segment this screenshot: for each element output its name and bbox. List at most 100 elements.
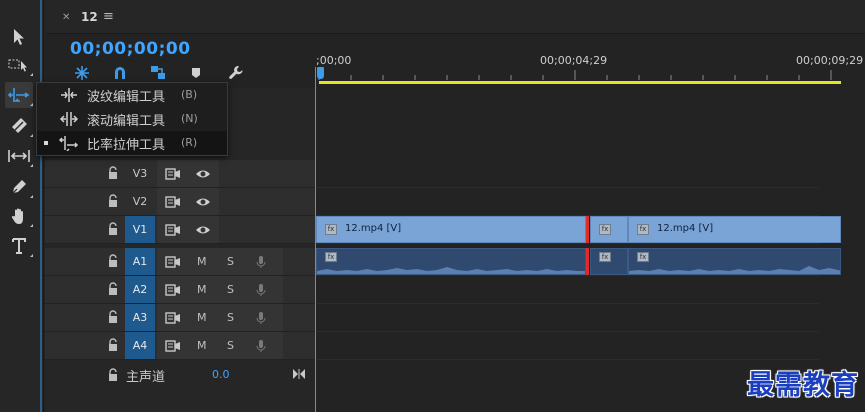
mute-button[interactable]: M: [197, 311, 207, 324]
mute-button[interactable]: M: [197, 339, 207, 352]
ruler-label-end: 00;00;09;29: [796, 54, 864, 67]
clip-name: 12.mp4 [V]: [657, 223, 714, 234]
flyout-label: 滚动编辑工具: [87, 114, 166, 129]
audio-clip-left[interactable]: fx: [316, 248, 586, 275]
wrench-icon: [229, 66, 243, 79]
eye-icon[interactable]: [195, 195, 211, 209]
lane-a1[interactable]: fx fx fx: [315, 248, 841, 276]
track-select-icon: [8, 59, 27, 72]
edit-point-marker[interactable]: [586, 216, 589, 243]
sequence-tab-title[interactable]: 12: [81, 10, 98, 24]
type-tool-button[interactable]: [5, 233, 33, 259]
track-controls-v3: [157, 160, 219, 187]
track-target-v2[interactable]: V2: [125, 188, 155, 215]
work-area-bar[interactable]: [319, 81, 841, 84]
playhead-line[interactable]: [315, 67, 316, 412]
flyout-item-rolling-edit[interactable]: 滚动编辑工具 (N): [37, 107, 227, 131]
flyout-shortcut: (N): [181, 112, 198, 125]
track-target-a3[interactable]: A3: [125, 304, 155, 331]
timeline-settings-button[interactable]: [225, 62, 247, 84]
master-volume-value[interactable]: 0.0: [212, 368, 230, 381]
lock-icon[interactable]: [107, 222, 119, 236]
solo-button[interactable]: S: [227, 311, 234, 324]
clip-name: 12.mp4 [V]: [345, 223, 402, 234]
microphone-icon[interactable]: [253, 311, 269, 325]
track-header-a1: A1 M S: [45, 248, 315, 276]
microphone-icon[interactable]: [253, 339, 269, 353]
track-target-a2[interactable]: A2: [125, 276, 155, 303]
track-target-a4[interactable]: A4: [125, 332, 155, 359]
sync-lock-icon[interactable]: [165, 195, 181, 209]
mute-button[interactable]: M: [197, 255, 207, 268]
microphone-icon[interactable]: [253, 255, 269, 269]
sync-lock-icon[interactable]: [165, 283, 181, 297]
fx-badge: fx: [325, 252, 337, 262]
lane-v3[interactable]: [315, 160, 820, 188]
more-tools-indicator: [30, 134, 33, 137]
razor-tool-button[interactable]: [5, 113, 33, 139]
more-tools-indicator: [30, 103, 33, 106]
audio-clip-right[interactable]: fx: [628, 248, 841, 275]
lock-icon[interactable]: [107, 254, 119, 268]
lock-icon[interactable]: [107, 166, 119, 180]
sync-lock-icon[interactable]: [165, 339, 181, 353]
pen-tool-button[interactable]: [5, 174, 33, 200]
sync-lock-icon[interactable]: [165, 255, 181, 269]
track-header-a3: A3 M S: [45, 304, 315, 332]
nest-sequence-toggle[interactable]: [71, 62, 93, 84]
track-target-a1[interactable]: A1: [125, 248, 155, 275]
playhead-handle[interactable]: [317, 67, 324, 79]
slip-tool-button[interactable]: [5, 143, 33, 169]
master-track-header: 主声道 0.0: [45, 360, 315, 388]
sync-lock-icon[interactable]: [165, 311, 181, 325]
slip-icon: [8, 150, 30, 162]
video-clip-middle[interactable]: fx: [590, 216, 628, 243]
sync-lock-icon[interactable]: [165, 223, 181, 237]
track-target-v3[interactable]: V3: [125, 160, 155, 187]
add-marker-button[interactable]: [185, 62, 207, 84]
lock-icon[interactable]: [107, 282, 119, 296]
more-tools-indicator: [30, 73, 33, 76]
edit-tools-flyout: 波纹编辑工具 (B) 滚动编辑工具 (N) 比率拉伸工具 (R): [36, 82, 228, 156]
lane-a2[interactable]: [315, 276, 820, 304]
ripple-edit-tool-button[interactable]: [5, 82, 33, 108]
selection-tool-button[interactable]: [5, 24, 33, 50]
flyout-item-ripple-edit[interactable]: 波纹编辑工具 (B): [37, 83, 227, 107]
lock-icon[interactable]: [107, 338, 119, 352]
lane-a3[interactable]: [315, 304, 820, 332]
close-tab-icon[interactable]: ✕: [62, 12, 70, 23]
track-controls-a4: M S: [157, 332, 283, 359]
microphone-icon[interactable]: [253, 283, 269, 297]
lane-v2[interactable]: [315, 188, 820, 216]
solo-button[interactable]: S: [227, 283, 234, 296]
linked-selection-toggle[interactable]: [147, 62, 169, 84]
lock-icon[interactable]: [107, 310, 119, 324]
audio-clip-middle[interactable]: fx: [590, 248, 628, 275]
edit-point-marker[interactable]: [586, 248, 589, 275]
track-select-tool-button[interactable]: [5, 52, 33, 78]
solo-button[interactable]: S: [227, 255, 234, 268]
track-header-v3: V3: [45, 160, 315, 188]
solo-button[interactable]: S: [227, 339, 234, 352]
go-to-out-point-icon[interactable]: [292, 368, 306, 380]
lane-a4[interactable]: [315, 332, 820, 360]
eye-icon[interactable]: [195, 223, 211, 237]
razor-icon: [12, 118, 27, 133]
lock-icon[interactable]: [107, 194, 119, 208]
time-ruler[interactable]: ;00;00 00;00;04;29 00;00;09;29: [315, 54, 865, 84]
flyout-label: 比率拉伸工具: [87, 138, 166, 153]
flyout-item-rate-stretch[interactable]: 比率拉伸工具 (R): [37, 131, 227, 155]
lock-icon[interactable]: [107, 368, 119, 382]
video-clip-right[interactable]: fx 12.mp4 [V]: [628, 216, 841, 243]
track-target-v1[interactable]: V1: [125, 216, 155, 243]
hand-tool-button[interactable]: [5, 203, 33, 229]
sync-lock-icon[interactable]: [165, 167, 181, 181]
mute-button[interactable]: M: [197, 283, 207, 296]
video-clip-left[interactable]: fx 12.mp4 [V]: [316, 216, 586, 243]
lane-v1[interactable]: fx 12.mp4 [V] fx fx 12.mp4 [V]: [315, 216, 841, 244]
selection-arrow-icon: [14, 29, 24, 45]
snap-toggle[interactable]: [109, 62, 131, 84]
eye-icon[interactable]: [195, 167, 211, 181]
panel-menu-icon[interactable]: ≡: [103, 9, 114, 24]
playhead-timecode[interactable]: 00;00;00;00: [70, 39, 191, 59]
